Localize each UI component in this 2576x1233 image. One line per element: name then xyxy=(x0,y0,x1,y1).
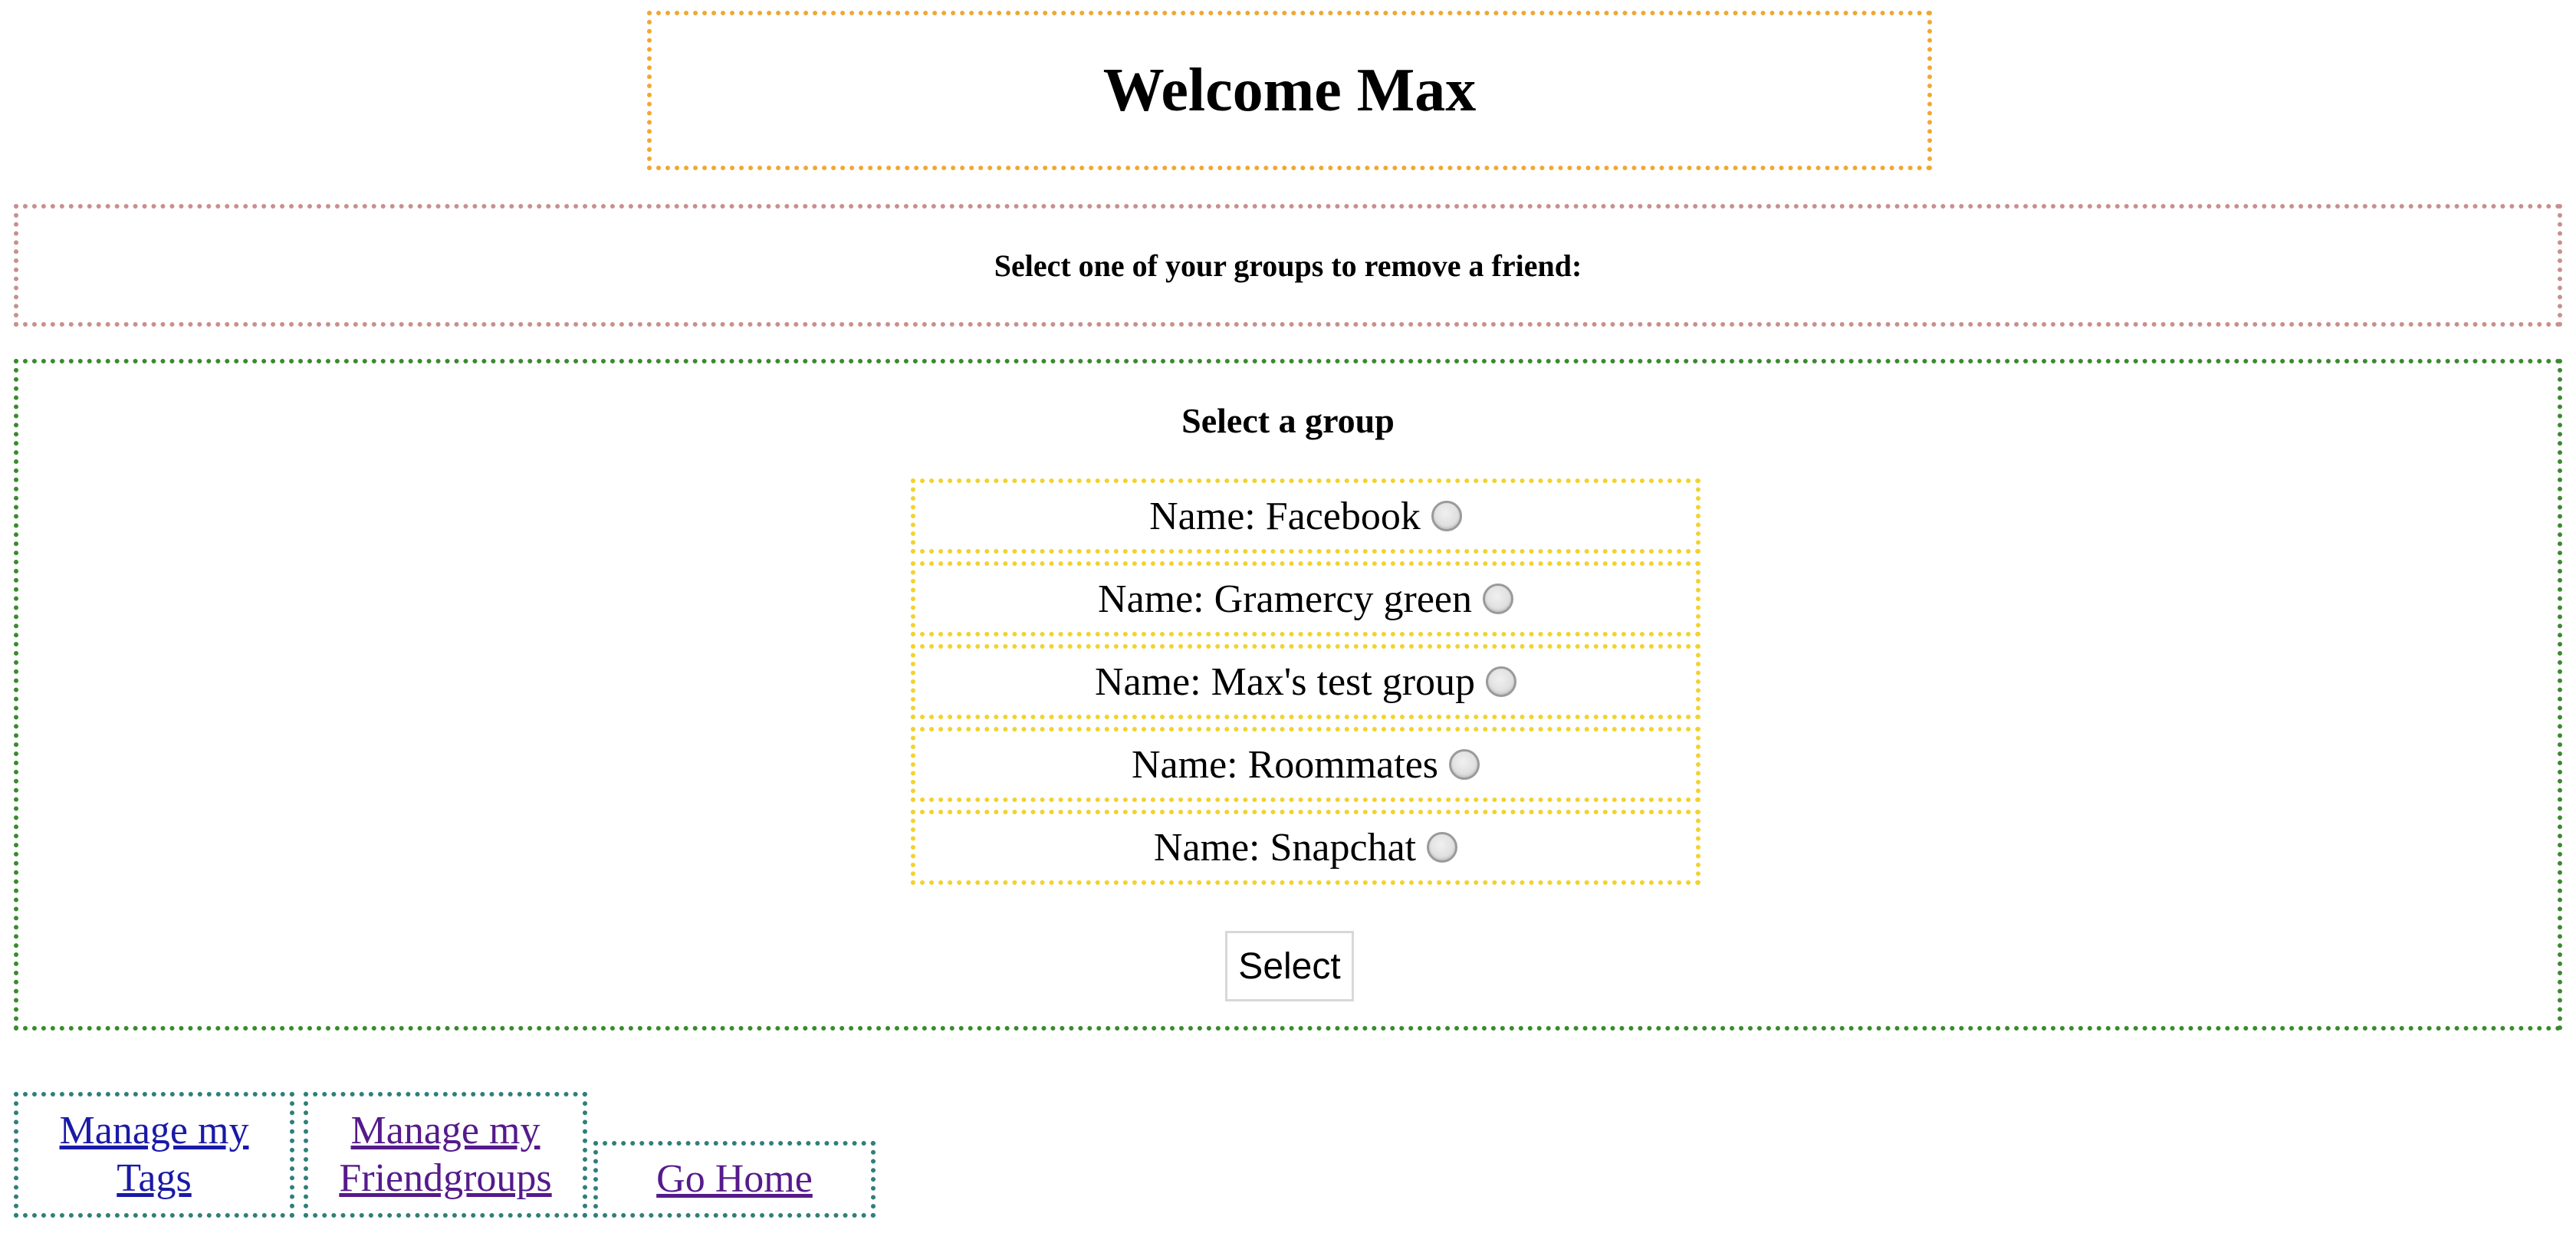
radio-button[interactable] xyxy=(1482,584,1513,614)
radio-button[interactable] xyxy=(1427,832,1458,863)
manage-friendgroups-link[interactable]: Manage my Friendgroups xyxy=(308,1107,583,1202)
go-home-link[interactable]: Go Home xyxy=(656,1156,813,1203)
group-option-snapchat[interactable]: Name: Snapchat xyxy=(911,810,1700,885)
group-option-label: Name: Snapchat xyxy=(1153,825,1417,870)
radio-button[interactable] xyxy=(1449,749,1480,780)
group-option-label: Name: Max's test group xyxy=(1094,659,1476,704)
nav-item-home: Go Home xyxy=(593,1141,876,1218)
group-option-label: Name: Roommates xyxy=(1131,742,1439,787)
welcome-header: Welcome Max xyxy=(647,11,1932,170)
select-button[interactable]: Select xyxy=(1225,931,1354,1001)
nav-item-friendgroups: Manage my Friendgroups xyxy=(304,1092,587,1218)
group-option-roommates[interactable]: Name: Roommates xyxy=(911,727,1700,802)
instruction-panel: Select one of your groups to remove a fr… xyxy=(14,204,2562,327)
instruction-text: Select one of your groups to remove a fr… xyxy=(994,248,1582,283)
group-option-facebook[interactable]: Name: Facebook xyxy=(911,478,1700,554)
form-title: Select a group xyxy=(1181,401,1395,440)
radio-button[interactable] xyxy=(1486,666,1517,697)
radio-button[interactable] xyxy=(1431,501,1462,531)
group-option-label: Name: Gramercy green xyxy=(1098,577,1472,621)
nav-item-tags: Manage my Tags xyxy=(14,1092,294,1218)
manage-tags-link[interactable]: Manage my Tags xyxy=(18,1107,290,1202)
group-option-label: Name: Facebook xyxy=(1149,494,1421,538)
group-option-gramercy-green[interactable]: Name: Gramercy green xyxy=(911,561,1700,636)
group-select-form: Select a group Name: Facebook Name: Gram… xyxy=(14,359,2562,1031)
group-option-maxs-test-group[interactable]: Name: Max's test group xyxy=(911,644,1700,719)
group-options-list: Name: Facebook Name: Gramercy green Name… xyxy=(911,478,1700,893)
page-title: Welcome Max xyxy=(1102,56,1477,124)
